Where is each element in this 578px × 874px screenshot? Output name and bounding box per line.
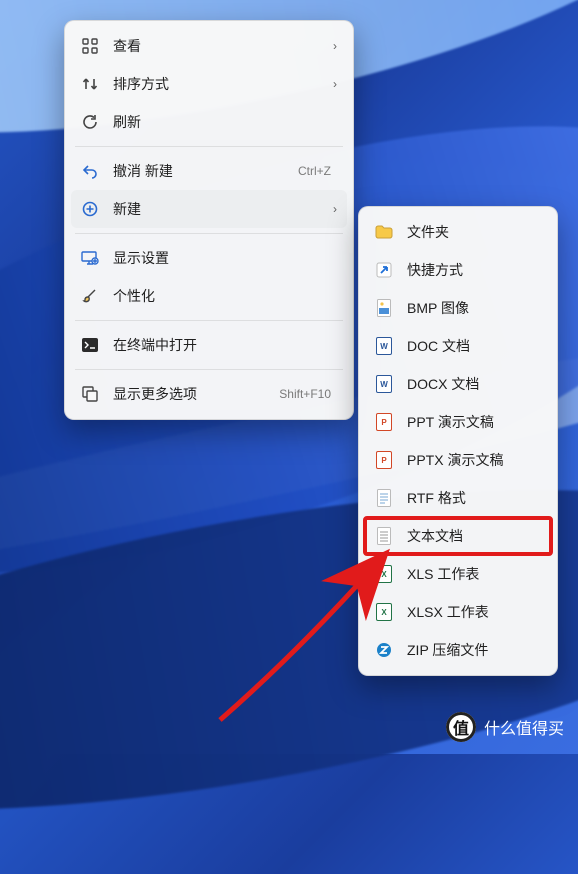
separator xyxy=(75,233,343,234)
menu-item-new[interactable]: 新建 › xyxy=(71,190,347,228)
menu-item-label: DOCX 文档 xyxy=(407,374,541,394)
plus-circle-icon xyxy=(81,200,99,218)
menu-item-label: 刷新 xyxy=(113,112,337,132)
menu-item-label: PPTX 演示文稿 xyxy=(407,450,541,470)
submenu-item-rtf[interactable]: RTF 格式 xyxy=(365,479,551,517)
menu-item-label: 显示更多选项 xyxy=(113,384,265,404)
menu-item-refresh[interactable]: 刷新 xyxy=(71,103,347,141)
rtf-file-icon xyxy=(375,489,393,507)
menu-item-label: RTF 格式 xyxy=(407,488,541,508)
submenu-item-pptx[interactable]: P PPTX 演示文稿 xyxy=(365,441,551,479)
menu-item-label: BMP 图像 xyxy=(407,298,541,318)
watermark: 值 什么值得买 xyxy=(446,712,564,742)
separator xyxy=(75,320,343,321)
menu-item-label: 个性化 xyxy=(113,286,337,306)
submenu-item-bmp[interactable]: BMP 图像 xyxy=(365,289,551,327)
submenu-item-zip[interactable]: ZIP 压缩文件 xyxy=(365,631,551,669)
menu-item-label: 排序方式 xyxy=(113,74,319,94)
xls-file-icon: X xyxy=(375,565,393,583)
separator xyxy=(75,369,343,370)
shortcut-label: Shift+F10 xyxy=(279,387,331,401)
sort-icon xyxy=(81,75,99,93)
menu-item-label: 查看 xyxy=(113,36,319,56)
menu-item-sort[interactable]: 排序方式 › xyxy=(71,65,347,103)
menu-item-more-options[interactable]: 显示更多选项 Shift+F10 xyxy=(71,375,347,413)
menu-item-label: DOC 文档 xyxy=(407,336,541,356)
txt-file-icon xyxy=(375,527,393,545)
submenu-item-ppt[interactable]: P PPT 演示文稿 xyxy=(365,403,551,441)
docx-file-icon: W xyxy=(375,375,393,393)
submenu-item-docx[interactable]: W DOCX 文档 xyxy=(365,365,551,403)
shortcut-icon xyxy=(375,261,393,279)
submenu-item-doc[interactable]: W DOC 文档 xyxy=(365,327,551,365)
submenu-item-txt[interactable]: 文本文档 xyxy=(365,517,551,555)
undo-icon xyxy=(81,162,99,180)
terminal-icon xyxy=(81,336,99,354)
menu-item-personalize[interactable]: 个性化 xyxy=(71,277,347,315)
shortcut-label: Ctrl+Z xyxy=(298,164,331,178)
new-submenu: 文件夹 快捷方式 BMP 图像 W DOC 文档 W DOCX 文档 P PPT… xyxy=(358,206,558,676)
menu-item-view[interactable]: 查看 › xyxy=(71,27,347,65)
menu-item-open-terminal[interactable]: 在终端中打开 xyxy=(71,326,347,364)
refresh-icon xyxy=(81,113,99,131)
menu-item-label: ZIP 压缩文件 xyxy=(407,640,541,660)
menu-item-label: 快捷方式 xyxy=(407,260,541,280)
menu-item-label: XLS 工作表 xyxy=(407,564,541,584)
submenu-item-folder[interactable]: 文件夹 xyxy=(365,213,551,251)
menu-item-label: XLSX 工作表 xyxy=(407,602,541,622)
submenu-item-xls[interactable]: X XLS 工作表 xyxy=(365,555,551,593)
menu-item-label: 文件夹 xyxy=(407,222,541,242)
brush-icon xyxy=(81,287,99,305)
doc-file-icon: W xyxy=(375,337,393,355)
menu-item-label: 撤消 新建 xyxy=(113,161,284,181)
display-settings-icon xyxy=(81,249,99,267)
menu-item-label: 显示设置 xyxy=(113,248,337,268)
submenu-item-xlsx[interactable]: X XLSX 工作表 xyxy=(365,593,551,631)
desktop-context-menu: 查看 › 排序方式 › 刷新 撤消 新建 Ctrl+Z xyxy=(64,20,354,420)
xlsx-file-icon: X xyxy=(375,603,393,621)
chevron-right-icon: › xyxy=(333,39,337,53)
more-options-icon xyxy=(81,385,99,403)
menu-item-label: 在终端中打开 xyxy=(113,335,337,355)
ppt-file-icon: P xyxy=(375,413,393,431)
menu-item-label: 新建 xyxy=(113,199,319,219)
grid-icon xyxy=(81,37,99,55)
chevron-right-icon: › xyxy=(333,77,337,91)
menu-item-label: 文本文档 xyxy=(407,526,541,546)
bmp-file-icon xyxy=(375,299,393,317)
submenu-item-shortcut[interactable]: 快捷方式 xyxy=(365,251,551,289)
watermark-text: 什么值得买 xyxy=(484,715,564,739)
watermark-badge-icon: 值 xyxy=(446,712,476,742)
menu-item-label: PPT 演示文稿 xyxy=(407,412,541,432)
chevron-right-icon: › xyxy=(333,202,337,216)
menu-item-undo-new[interactable]: 撤消 新建 Ctrl+Z xyxy=(71,152,347,190)
menu-item-display-settings[interactable]: 显示设置 xyxy=(71,239,347,277)
zip-file-icon xyxy=(375,641,393,659)
separator xyxy=(75,146,343,147)
folder-icon xyxy=(375,223,393,241)
pptx-file-icon: P xyxy=(375,451,393,469)
